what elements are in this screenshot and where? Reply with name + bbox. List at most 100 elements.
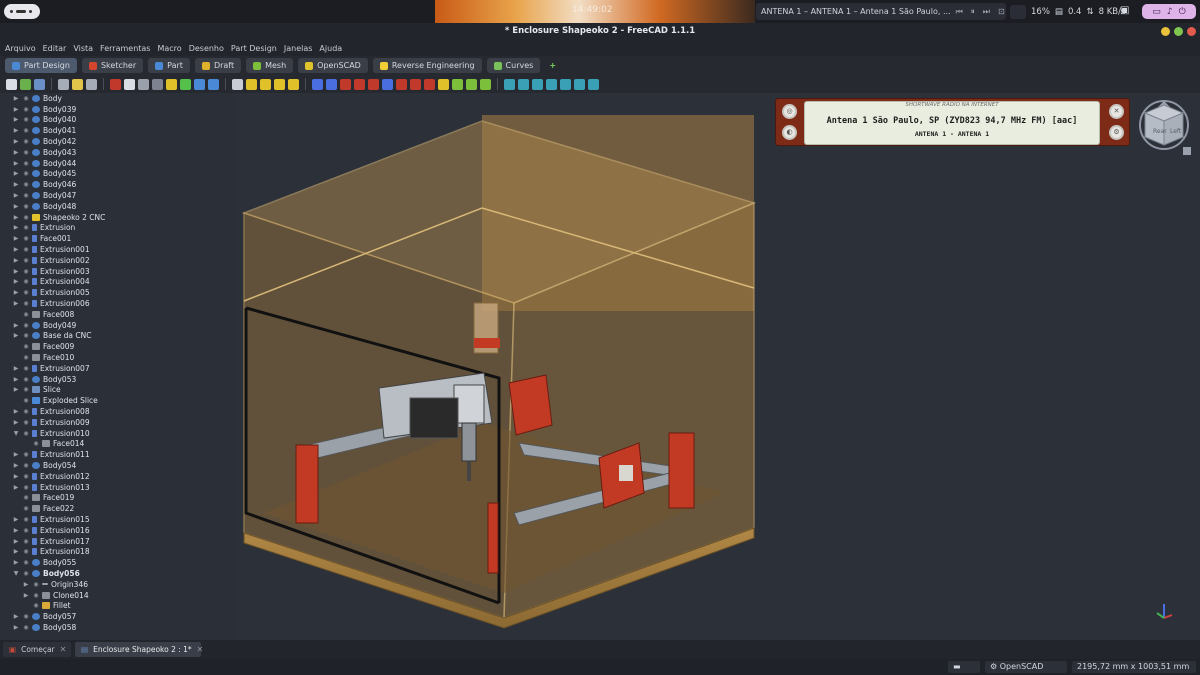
- fillet-icon[interactable]: [382, 78, 393, 90]
- visibility-eye-icon[interactable]: ◉: [22, 214, 30, 221]
- view-front-icon[interactable]: [560, 78, 571, 90]
- visibility-eye-icon[interactable]: ◉: [22, 278, 30, 285]
- expand-arrow-icon[interactable]: ▶: [12, 386, 20, 393]
- visibility-eye-icon[interactable]: ◉: [22, 116, 30, 123]
- collapse-arrow-icon[interactable]: ▼: [12, 570, 20, 577]
- zoom-out-icon[interactable]: [518, 78, 529, 90]
- radio-mute-button[interactable]: ◐: [782, 125, 797, 140]
- workbench-reverse-engineering[interactable]: Reverse Engineering: [372, 58, 482, 73]
- visibility-eye-icon[interactable]: ◉: [22, 343, 30, 350]
- tree-item[interactable]: ▶ ◉ Extrusion015: [0, 514, 234, 525]
- visibility-eye-icon[interactable]: ◉: [22, 365, 30, 372]
- refresh-icon[interactable]: [86, 78, 97, 90]
- visibility-eye-icon[interactable]: ◉: [22, 181, 30, 188]
- workbench-part-design[interactable]: Part Design: [5, 58, 77, 73]
- expand-arrow-icon[interactable]: ▶: [12, 127, 20, 134]
- expand-arrow-icon[interactable]: ▶: [12, 149, 20, 156]
- tree-item[interactable]: ▶ ◉ Extrusion017: [0, 536, 234, 547]
- expand-arrow-icon[interactable]: ▶: [12, 516, 20, 523]
- menu-desenho[interactable]: Desenho: [189, 44, 224, 53]
- tree-item[interactable]: ▶ ◉ Body058: [0, 622, 234, 633]
- visibility-eye-icon[interactable]: ◉: [22, 289, 30, 296]
- tree-item[interactable]: ◉ Face022: [0, 503, 234, 514]
- expand-arrow-icon[interactable]: ▶: [12, 246, 20, 253]
- visibility-eye-icon[interactable]: ◉: [22, 322, 30, 329]
- visibility-eye-icon[interactable]: ◉: [22, 300, 30, 307]
- workbench-draft[interactable]: Draft: [194, 58, 242, 73]
- tree-item[interactable]: ▶ ◉ Extrusion001: [0, 244, 234, 255]
- tree-item[interactable]: ▶ ◉ Body048: [0, 201, 234, 212]
- visibility-eye-icon[interactable]: ◉: [22, 494, 30, 501]
- tree-item[interactable]: ▶ ◉ Extrusion016: [0, 525, 234, 536]
- view-top-icon[interactable]: [574, 78, 585, 90]
- collapse-arrow-icon[interactable]: ▼: [12, 430, 20, 437]
- tree-item[interactable]: ◉ Face008: [0, 309, 234, 320]
- media-open-icon[interactable]: ⊡: [998, 7, 1005, 17]
- open-file-icon[interactable]: [20, 78, 31, 90]
- expand-arrow-icon[interactable]: ▶: [12, 548, 20, 555]
- shape-icon[interactable]: [166, 78, 177, 90]
- expand-arrow-icon[interactable]: ▶: [12, 106, 20, 113]
- visibility-eye-icon[interactable]: ◉: [22, 505, 30, 512]
- tree-item[interactable]: ▶ ◉ Extrusion008: [0, 406, 234, 417]
- tree-item[interactable]: ▶ ◉ Extrusion012: [0, 471, 234, 482]
- visibility-eye-icon[interactable]: ◉: [32, 581, 40, 588]
- menu-editar[interactable]: Editar: [43, 44, 67, 53]
- expand-arrow-icon[interactable]: ▶: [12, 181, 20, 188]
- visibility-eye-icon[interactable]: ◉: [22, 354, 30, 361]
- tree-item[interactable]: ▶ ◉ Extrusion018: [0, 546, 234, 557]
- view-fit-icon[interactable]: [532, 78, 543, 90]
- visibility-eye-icon[interactable]: ◉: [32, 602, 40, 609]
- view-link-icon[interactable]: [194, 78, 205, 90]
- expand-arrow-icon[interactable]: ▶: [12, 192, 20, 199]
- expand-arrow-icon[interactable]: ▶: [12, 451, 20, 458]
- view-axo-icon[interactable]: [546, 78, 557, 90]
- maximize-button[interactable]: [1174, 27, 1183, 36]
- tree-item[interactable]: ▶ ◉ Extrusion007: [0, 363, 234, 374]
- tree-item[interactable]: ◉ Fillet: [0, 600, 234, 611]
- tree-item[interactable]: ▶ ◉ Slice: [0, 385, 234, 396]
- pocket-icon[interactable]: [326, 78, 337, 90]
- tree-item[interactable]: ▶ ◉ Body044: [0, 158, 234, 169]
- tree-item[interactable]: ▶ ◉ Extrusion011: [0, 449, 234, 460]
- visibility-eye-icon[interactable]: ◉: [22, 257, 30, 264]
- visibility-eye-icon[interactable]: ◉: [22, 570, 30, 577]
- visibility-eye-icon[interactable]: ◉: [22, 138, 30, 145]
- std-part-icon[interactable]: [152, 78, 163, 90]
- visibility-eye-icon[interactable]: ◉: [22, 160, 30, 167]
- tree-item[interactable]: ▶ ◉ Extrusion009: [0, 417, 234, 428]
- visibility-eye-icon[interactable]: ◉: [22, 332, 30, 339]
- save-icon[interactable]: [34, 78, 45, 90]
- tree-item[interactable]: ▶ ◉ Face001: [0, 233, 234, 244]
- expand-arrow-icon[interactable]: ▶: [12, 527, 20, 534]
- tree-item[interactable]: ▶ ◉ Base da CNC: [0, 331, 234, 342]
- expand-arrow-icon[interactable]: ▶: [12, 224, 20, 231]
- tree-item[interactable]: ▶ ◉ Body045: [0, 169, 234, 180]
- visibility-eye-icon[interactable]: ◉: [22, 419, 30, 426]
- tree-item[interactable]: ▶ ◉ Body039: [0, 104, 234, 115]
- visibility-eye-icon[interactable]: ◉: [22, 538, 30, 545]
- visibility-eye-icon[interactable]: ◉: [22, 462, 30, 469]
- radio-close-button[interactable]: ✕: [1109, 104, 1124, 119]
- expand-arrow-icon[interactable]: ▶: [12, 235, 20, 242]
- view-box-icon[interactable]: [180, 78, 191, 90]
- visibility-eye-icon[interactable]: ◉: [32, 440, 40, 447]
- visibility-eye-icon[interactable]: ◉: [22, 376, 30, 383]
- visibility-eye-icon[interactable]: ◉: [22, 127, 30, 134]
- tree-item[interactable]: ▼ ◉ Extrusion010: [0, 428, 234, 439]
- thickness-icon[interactable]: [424, 78, 435, 90]
- menu-ferramentas[interactable]: Ferramentas: [100, 44, 150, 53]
- add-workbench-icon[interactable]: +: [549, 61, 556, 70]
- expand-arrow-icon[interactable]: ▶: [12, 473, 20, 480]
- workbench-curves[interactable]: Curves: [486, 58, 541, 73]
- pad-icon[interactable]: [312, 78, 323, 90]
- radio-settings-button[interactable]: ⚙: [1109, 125, 1124, 140]
- visibility-eye-icon[interactable]: ◉: [22, 235, 30, 242]
- multi-transform-icon[interactable]: [480, 78, 491, 90]
- chamfer-icon[interactable]: [396, 78, 407, 90]
- datum-line-icon[interactable]: [288, 78, 299, 90]
- mirror-icon[interactable]: [438, 78, 449, 90]
- tree-item[interactable]: ▶ ◉ Body040: [0, 115, 234, 126]
- expand-arrow-icon[interactable]: ▶: [12, 462, 20, 469]
- body-icon[interactable]: [246, 78, 257, 90]
